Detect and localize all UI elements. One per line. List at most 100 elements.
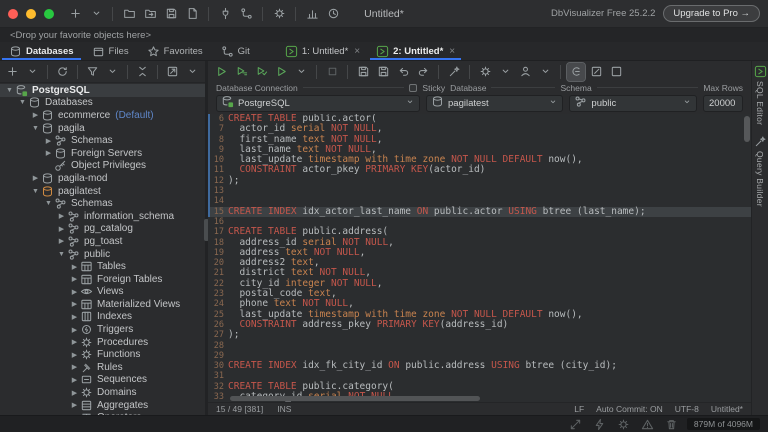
collapsed-arrow-icon[interactable]: ▶ xyxy=(69,300,80,308)
code-line-27[interactable]: 27); xyxy=(208,330,751,341)
code-line-13[interactable]: 13 xyxy=(208,186,751,197)
statusbar-trash-icon[interactable] xyxy=(663,415,681,432)
sidebar-toolbar-collapse-icon[interactable] xyxy=(134,63,151,81)
code-line-30[interactable]: 30 CREATE INDEX idx_fk_city_id ON public.… xyxy=(208,360,751,371)
collapsed-arrow-icon[interactable]: ▶ xyxy=(43,137,54,145)
editor-toolbar-gear-icon[interactable] xyxy=(476,63,494,81)
collapsed-arrow-icon[interactable]: ▶ xyxy=(56,225,67,233)
collapsed-arrow-icon[interactable]: ▶ xyxy=(56,212,67,220)
editor-toolbar-chevron-down-icon[interactable] xyxy=(536,63,554,81)
tree-item-pg-catalog[interactable]: ▶ pg_catalog xyxy=(0,223,205,236)
statusbar-bolt-icon[interactable] xyxy=(591,415,609,432)
toolbar-floppy-icon[interactable] xyxy=(162,5,180,23)
sql-code-area[interactable]: 6 CREATE TABLE public.actor(7 actor_id se… xyxy=(208,114,751,402)
tab-git[interactable]: Git xyxy=(212,42,259,60)
statusbar-gear-icon[interactable] xyxy=(615,415,633,432)
horizontal-scrollbar[interactable] xyxy=(230,396,480,401)
sidebar-toolbar-refresh-icon[interactable] xyxy=(54,63,71,81)
maximize-window-button[interactable] xyxy=(44,8,54,19)
tree-item-rules[interactable]: ▶ Rules xyxy=(0,361,205,374)
tree-item-pagilatest[interactable]: ▼ pagilatest xyxy=(0,185,205,198)
expanded-arrow-icon[interactable]: ▼ xyxy=(30,125,41,132)
tab-files[interactable]: Files xyxy=(83,42,138,60)
editor-toolbar-undo-icon[interactable] xyxy=(394,63,412,81)
collapsed-arrow-icon[interactable]: ▶ xyxy=(69,376,80,384)
sticky-checkbox[interactable] xyxy=(409,83,418,92)
collapsed-arrow-icon[interactable]: ▶ xyxy=(30,174,41,182)
tree-item-pagila[interactable]: ▼ pagila xyxy=(0,122,205,135)
expanded-arrow-icon[interactable]: ▼ xyxy=(4,87,15,94)
editor-toolbar-box-icon[interactable] xyxy=(607,63,625,81)
expanded-arrow-icon[interactable]: ▼ xyxy=(30,188,41,195)
toolbar-plug-icon[interactable] xyxy=(216,5,234,23)
editor-tab-1-untitled[interactable]: 1: Untitled* × xyxy=(277,42,368,60)
tree-item-foreign-tables[interactable]: ▶ Foreign Tables xyxy=(0,273,205,286)
side-tab-query-builder[interactable]: Query Builder xyxy=(754,135,767,207)
tree-item-object-privileges[interactable]: Object Privileges xyxy=(0,160,205,173)
expanded-arrow-icon[interactable]: ▼ xyxy=(17,99,28,106)
tree-item-pagila-mod[interactable]: ▶ pagila-mod xyxy=(0,172,205,185)
expanded-arrow-icon[interactable]: ▼ xyxy=(43,200,54,207)
tab-favorites[interactable]: Favorites xyxy=(138,42,212,60)
editor-toolbar-person-icon[interactable] xyxy=(516,63,534,81)
schema-select[interactable]: public xyxy=(569,94,697,112)
collapsed-arrow-icon[interactable]: ▶ xyxy=(69,338,80,346)
toolbar-folder-icon[interactable] xyxy=(120,5,138,23)
collapsed-arrow-icon[interactable]: ▶ xyxy=(69,389,80,397)
tree-item-tables[interactable]: ▶ Tables xyxy=(0,260,205,273)
code-line-15[interactable]: 15 CREATE INDEX idx_actor_last_name ON pu… xyxy=(208,206,751,217)
toolbar-plus-icon[interactable] xyxy=(66,5,84,23)
tree-item-views[interactable]: ▶ Views xyxy=(0,286,205,299)
code-line-12[interactable]: 12); xyxy=(208,175,751,187)
memory-indicator[interactable]: 879M of 4096M xyxy=(686,418,760,430)
tree-item-public[interactable]: ▼ public xyxy=(0,248,205,261)
editor-toolbar-play-icon[interactable] xyxy=(212,63,230,81)
database-select[interactable]: pagilatest xyxy=(426,94,564,112)
close-tab-icon[interactable]: × xyxy=(449,46,455,57)
collapsed-arrow-icon[interactable]: ▶ xyxy=(30,111,41,119)
sidebar-toolbar-chevron-down-icon[interactable] xyxy=(23,63,40,81)
tree-item-schemas[interactable]: ▼ Schemas xyxy=(0,197,205,210)
toolbar-clock-icon[interactable] xyxy=(324,5,342,23)
tree-item-schemas[interactable]: ▶ Schemas xyxy=(0,134,205,147)
collapsed-arrow-icon[interactable]: ▶ xyxy=(69,313,80,321)
tab-databases[interactable]: Databases xyxy=(0,42,83,60)
tree-item-domains[interactable]: ▶ Domains xyxy=(0,386,205,399)
sidebar-toolbar-chevron-down-icon[interactable] xyxy=(104,63,121,81)
editor-toolbar-play-icon[interactable] xyxy=(272,63,290,81)
code-line-26[interactable]: 26 CONSTRAINT address_pkey PRIMARY KEY(a… xyxy=(208,319,751,330)
collapsed-arrow-icon[interactable]: ▶ xyxy=(69,275,80,283)
toolbar-doc-floppy-icon[interactable] xyxy=(183,5,201,23)
editor-toolbar-chevron-down-icon[interactable] xyxy=(292,63,310,81)
collapsed-arrow-icon[interactable]: ▶ xyxy=(69,351,80,359)
side-tab-sql-editor[interactable]: SQL Editor xyxy=(754,65,767,125)
toolbar-folder-arrow-icon[interactable] xyxy=(141,5,159,23)
editor-toolbar-play-doc-icon[interactable] xyxy=(232,63,250,81)
sidebar-toolbar-funnel-icon[interactable] xyxy=(84,63,101,81)
editor-toolbar-floppy-icon[interactable] xyxy=(374,63,392,81)
toolbar-chart-icon[interactable] xyxy=(303,5,321,23)
favorites-drop-bar[interactable]: <Drop your favorite objects here> xyxy=(0,28,768,42)
expanded-arrow-icon[interactable]: ▼ xyxy=(56,251,67,258)
tree-item-materialized-views[interactable]: ▶ Materialized Views xyxy=(0,298,205,311)
editor-toolbar-stop-icon[interactable] xyxy=(323,63,341,81)
sidebar-toolbar-export-icon[interactable] xyxy=(164,63,181,81)
vertical-scrollbar[interactable] xyxy=(744,116,750,142)
tree-item-postgresql[interactable]: ▼ PostgreSQL xyxy=(0,84,205,97)
tree-item-indexes[interactable]: ▶ Indexes xyxy=(0,311,205,324)
editor-toolbar-wand-icon[interactable] xyxy=(445,63,463,81)
statusbar-move-icon[interactable] xyxy=(567,415,585,432)
editor-toolbar-edit-box-icon[interactable] xyxy=(587,63,605,81)
upgrade-to-pro-button[interactable]: Upgrade to Pro → xyxy=(663,5,760,22)
close-window-button[interactable] xyxy=(8,8,18,19)
tree-item-pg-toast[interactable]: ▶ pg_toast xyxy=(0,235,205,248)
editor-toolbar-redo-icon[interactable] xyxy=(414,63,432,81)
collapsed-arrow-icon[interactable]: ▶ xyxy=(69,363,80,371)
sidebar-toolbar-plus-icon[interactable] xyxy=(4,63,21,81)
tree-item-databases[interactable]: ▼ Databases xyxy=(0,97,205,110)
toolbar-gear-icon[interactable] xyxy=(270,5,288,23)
tree-item-triggers[interactable]: ▶ Triggers xyxy=(0,323,205,336)
code-line-11[interactable]: 11 CONSTRAINT actor_pkey PRIMARY KEY(act… xyxy=(208,165,751,176)
code-line-28[interactable]: 28 xyxy=(208,341,751,351)
collapsed-arrow-icon[interactable]: ▶ xyxy=(69,326,80,334)
